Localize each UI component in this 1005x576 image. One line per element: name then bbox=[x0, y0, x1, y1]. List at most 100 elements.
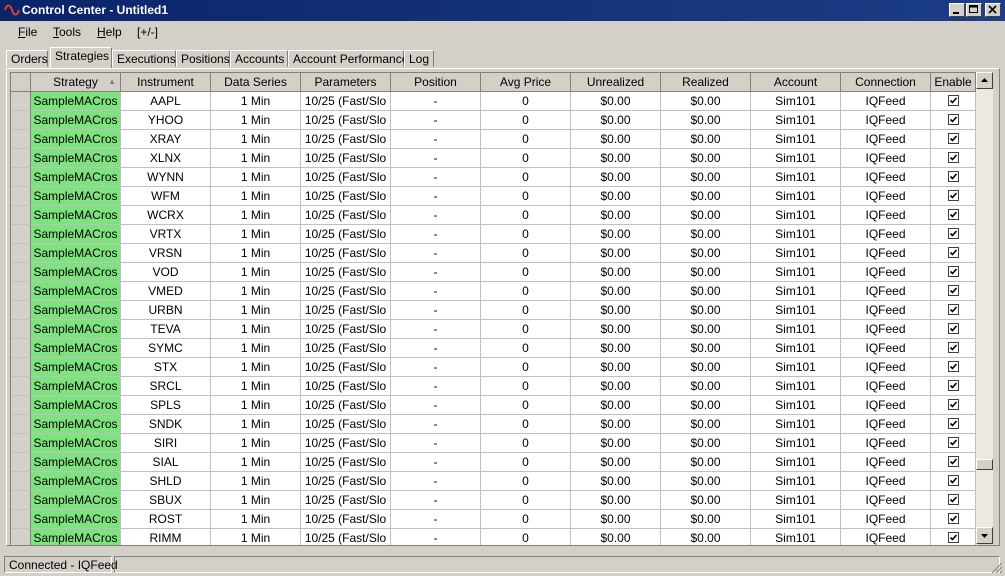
cell-enable[interactable] bbox=[931, 377, 976, 396]
enable-checkbox[interactable] bbox=[947, 532, 959, 543]
row-header[interactable] bbox=[11, 206, 31, 225]
row-header[interactable] bbox=[11, 434, 31, 453]
cell-enable[interactable] bbox=[931, 149, 976, 168]
row-header[interactable] bbox=[11, 339, 31, 358]
table-row[interactable]: SampleMACros SBUX 1 Min 10/25 (Fast/Slo -0 $0… bbox=[11, 491, 977, 510]
cell-enable[interactable] bbox=[931, 206, 976, 225]
cell-enable[interactable] bbox=[931, 111, 976, 130]
scroll-thumb[interactable] bbox=[976, 459, 993, 470]
table-row[interactable]: SampleMACros XRAY 1 Min 10/25 (Fast/Slo -0 $0… bbox=[11, 130, 977, 149]
tab-positions[interactable]: Positions bbox=[176, 50, 230, 67]
menu-help[interactable]: Help bbox=[97, 25, 122, 39]
enable-checkbox[interactable] bbox=[947, 399, 959, 410]
table-row[interactable]: SampleMACros VMED 1 Min 10/25 (Fast/Slo -0 $0… bbox=[11, 282, 977, 301]
close-button[interactable] bbox=[985, 3, 1001, 17]
tab-strategies[interactable]: Strategies bbox=[50, 47, 112, 68]
enable-checkbox[interactable] bbox=[947, 152, 959, 163]
enable-checkbox[interactable] bbox=[947, 418, 959, 429]
enable-checkbox[interactable] bbox=[947, 209, 959, 220]
row-header[interactable] bbox=[11, 301, 31, 320]
table-row[interactable]: SampleMACros STX 1 Min 10/25 (Fast/Slo -0 $0.… bbox=[11, 358, 977, 377]
enable-checkbox[interactable] bbox=[947, 133, 959, 144]
row-header[interactable] bbox=[11, 130, 31, 149]
tab-account-performance[interactable]: Account Performance bbox=[288, 50, 408, 67]
enable-checkbox[interactable] bbox=[947, 266, 959, 277]
cell-enable[interactable] bbox=[931, 187, 976, 206]
enable-checkbox[interactable] bbox=[947, 342, 959, 353]
cell-enable[interactable] bbox=[931, 244, 976, 263]
row-header[interactable] bbox=[11, 282, 31, 301]
table-row[interactable]: SampleMACros WYNN 1 Min 10/25 (Fast/Slo -0 $0… bbox=[11, 168, 977, 187]
cell-enable[interactable] bbox=[931, 320, 976, 339]
table-row[interactable]: SampleMACros URBN 1 Min 10/25 (Fast/Slo -0 $0… bbox=[11, 301, 977, 320]
enable-checkbox[interactable] bbox=[947, 380, 959, 391]
cell-enable[interactable] bbox=[931, 472, 976, 491]
cell-enable[interactable] bbox=[931, 434, 976, 453]
row-header[interactable] bbox=[11, 472, 31, 491]
column-header-instrument[interactable]: Instrument bbox=[121, 73, 211, 92]
cell-enable[interactable] bbox=[931, 510, 976, 529]
enable-checkbox[interactable] bbox=[947, 513, 959, 524]
table-row[interactable]: SampleMACros VRTX 1 Min 10/25 (Fast/Slo -0 $0… bbox=[11, 225, 977, 244]
scroll-up-button[interactable] bbox=[976, 72, 993, 89]
scroll-down-button[interactable] bbox=[976, 527, 993, 544]
table-row[interactable]: SampleMACros SRCL 1 Min 10/25 (Fast/Slo -0 $0… bbox=[11, 377, 977, 396]
minimize-button[interactable] bbox=[949, 3, 965, 17]
row-header[interactable] bbox=[11, 225, 31, 244]
column-header-unrealized[interactable]: Unrealized bbox=[571, 73, 661, 92]
table-row[interactable]: SampleMACros YHOO 1 Min 10/25 (Fast/Slo -0 $0… bbox=[11, 111, 977, 130]
table-row[interactable]: SampleMACros SIRI 1 Min 10/25 (Fast/Slo -0 $0… bbox=[11, 434, 977, 453]
table-row[interactable]: SampleMACros VOD 1 Min 10/25 (Fast/Slo -0 $0.… bbox=[11, 263, 977, 282]
tab-accounts[interactable]: Accounts bbox=[230, 50, 288, 67]
table-row[interactable]: SampleMACros ROST 1 Min 10/25 (Fast/Slo -0 $0… bbox=[11, 510, 977, 529]
table-row[interactable]: SampleMACros XLNX 1 Min 10/25 (Fast/Slo -0 $0… bbox=[11, 149, 977, 168]
enable-checkbox[interactable] bbox=[947, 475, 959, 486]
table-row[interactable]: SampleMACros TEVA 1 Min 10/25 (Fast/Slo -0 $0… bbox=[11, 320, 977, 339]
row-header[interactable] bbox=[11, 111, 31, 130]
cell-enable[interactable] bbox=[931, 396, 976, 415]
column-header-realized[interactable]: Realized bbox=[661, 73, 751, 92]
enable-checkbox[interactable] bbox=[947, 437, 959, 448]
cell-enable[interactable] bbox=[931, 415, 976, 434]
cell-enable[interactable] bbox=[931, 339, 976, 358]
menu-expand-collapse[interactable]: [+/-] bbox=[137, 25, 158, 39]
column-header-enable[interactable]: Enable bbox=[931, 73, 976, 92]
row-header[interactable] bbox=[11, 244, 31, 263]
column-header-connection[interactable]: Connection bbox=[841, 73, 931, 92]
column-header-parameters[interactable]: Parameters bbox=[301, 73, 391, 92]
row-header[interactable] bbox=[11, 529, 31, 545]
table-row[interactable]: SampleMACros SIAL 1 Min 10/25 (Fast/Slo -0 $0… bbox=[11, 453, 977, 472]
row-header[interactable] bbox=[11, 510, 31, 529]
row-header[interactable] bbox=[11, 396, 31, 415]
enable-checkbox[interactable] bbox=[947, 247, 959, 258]
maximize-button[interactable] bbox=[966, 3, 982, 17]
cell-enable[interactable] bbox=[931, 453, 976, 472]
resize-grip-icon[interactable] bbox=[991, 562, 1003, 574]
cell-enable[interactable] bbox=[931, 529, 976, 545]
row-header[interactable] bbox=[11, 149, 31, 168]
row-header[interactable] bbox=[11, 320, 31, 339]
column-header-data-series[interactable]: Data Series bbox=[211, 73, 301, 92]
vertical-scrollbar[interactable] bbox=[976, 72, 993, 544]
cell-enable[interactable] bbox=[931, 263, 976, 282]
table-row[interactable]: SampleMACros SNDK 1 Min 10/25 (Fast/Slo -0 $0… bbox=[11, 415, 977, 434]
row-header[interactable] bbox=[11, 358, 31, 377]
row-header[interactable] bbox=[11, 415, 31, 434]
row-header[interactable] bbox=[11, 168, 31, 187]
row-header[interactable] bbox=[11, 92, 31, 111]
cell-enable[interactable] bbox=[931, 358, 976, 377]
table-row[interactable]: SampleMACros WFM 1 Min 10/25 (Fast/Slo -0 $0.… bbox=[11, 187, 977, 206]
tab-orders[interactable]: Orders bbox=[6, 50, 48, 67]
enable-checkbox[interactable] bbox=[947, 361, 959, 372]
cell-enable[interactable] bbox=[931, 92, 976, 111]
table-row[interactable]: SampleMACros AAPL 1 Min 10/25 (Fast/Slo -0 $0… bbox=[11, 92, 977, 111]
table-row[interactable]: SampleMACros WCRX 1 Min 10/25 (Fast/Slo -0 $0… bbox=[11, 206, 977, 225]
column-header-account[interactable]: Account bbox=[751, 73, 841, 92]
cell-enable[interactable] bbox=[931, 301, 976, 320]
enable-checkbox[interactable] bbox=[947, 114, 959, 125]
enable-checkbox[interactable] bbox=[947, 228, 959, 239]
enable-checkbox[interactable] bbox=[947, 95, 959, 106]
enable-checkbox[interactable] bbox=[947, 304, 959, 315]
row-header[interactable] bbox=[11, 377, 31, 396]
column-header-position[interactable]: Position bbox=[391, 73, 481, 92]
